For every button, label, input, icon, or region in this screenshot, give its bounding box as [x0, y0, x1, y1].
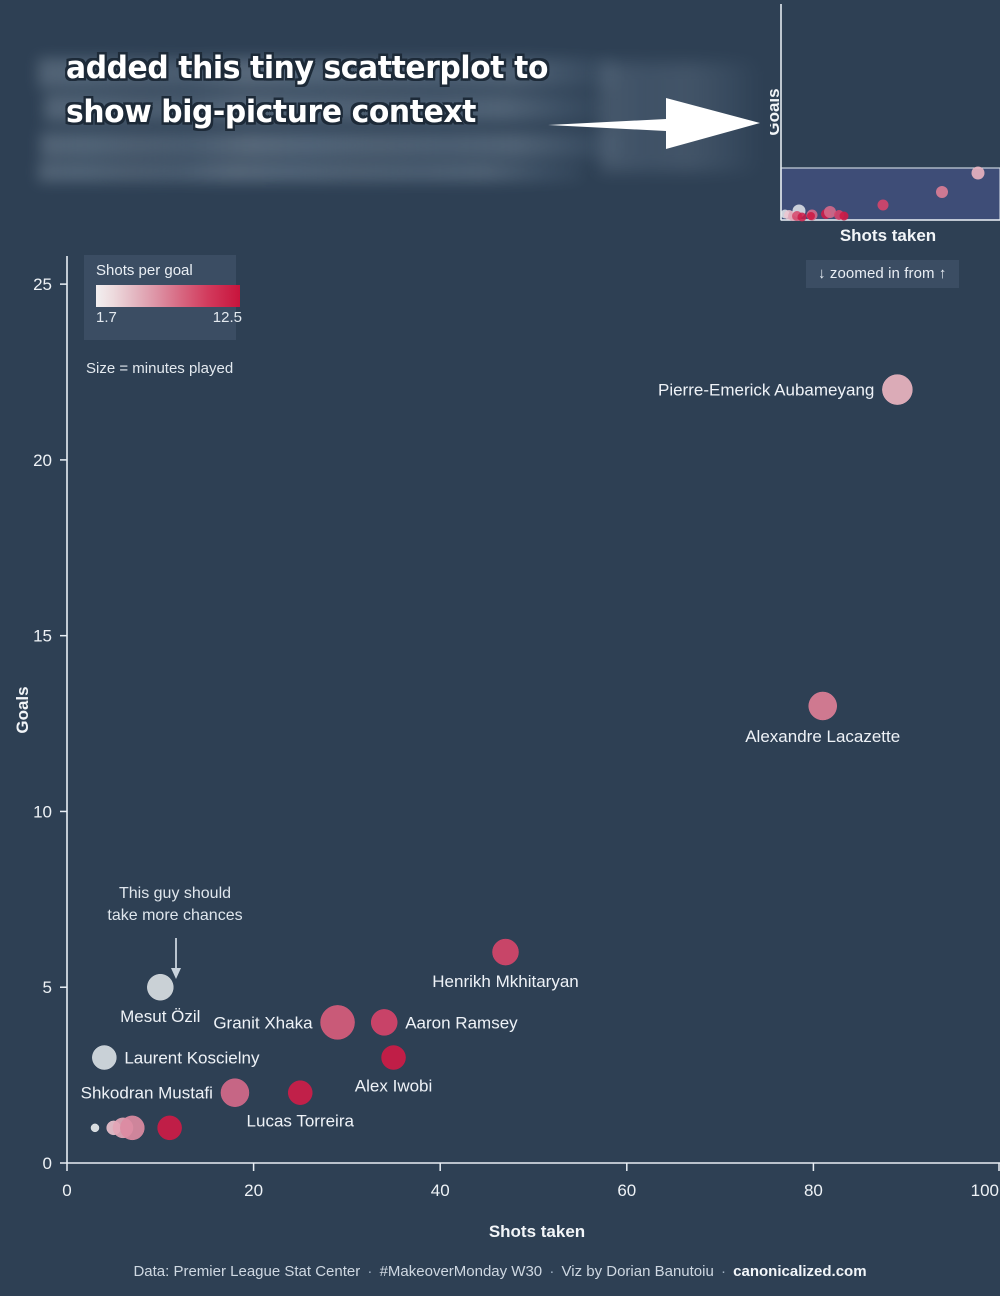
y-axis-ticks: 0 5 10 15 20 25: [33, 275, 67, 1173]
main-scatterplot[interactable]: 0 5 10 15 20 25 0 20 40 60 80 100 Goals Shots take…: [0, 0, 1000, 1296]
footer-separator: ·: [549, 1263, 555, 1280]
data-point-label: Mesut Özil: [120, 1007, 200, 1026]
x-tick-label: 20: [244, 1181, 263, 1200]
x-axis-ticks: 0 20 40 60 80 100: [62, 1163, 1000, 1200]
data-point[interactable]: [370, 1009, 398, 1036]
data-point-label: Pierre-Emerick Aubameyang: [658, 381, 874, 400]
data-point[interactable]: [92, 1045, 117, 1070]
y-tick-label: 15: [33, 627, 52, 646]
data-point[interactable]: [120, 1115, 145, 1141]
data-point-label: Laurent Koscielny: [124, 1049, 260, 1068]
data-point[interactable]: [288, 1080, 313, 1105]
y-tick-label: 0: [43, 1154, 52, 1173]
data-point[interactable]: [320, 1005, 355, 1040]
data-point[interactable]: [492, 938, 519, 966]
data-point-label: Aaron Ramsey: [405, 1013, 518, 1032]
data-point[interactable]: [157, 1115, 182, 1141]
callout-line-1: This guy should: [119, 885, 231, 902]
data-point-label: Alexandre Lacazette: [745, 727, 900, 746]
y-axis-title: Goals: [13, 686, 32, 733]
data-point-label: Granit Xhaka: [213, 1013, 313, 1032]
footer: Data: Premier League Stat Center · #Make…: [0, 1263, 1000, 1280]
x-tick-label: 40: [431, 1181, 450, 1200]
callout-line-2: take more chances: [107, 907, 242, 924]
x-tick-label: 100: [971, 1181, 999, 1200]
footer-site-link[interactable]: canonicalized.com: [733, 1263, 866, 1280]
footer-viz-credit: Viz by Dorian Banutoiu: [561, 1263, 714, 1280]
x-tick-label: 80: [804, 1181, 823, 1200]
data-point-label: Henrikh Mkhitaryan: [432, 972, 578, 991]
data-point[interactable]: [147, 973, 174, 1001]
data-point[interactable]: [90, 1123, 100, 1133]
data-point[interactable]: [882, 374, 913, 405]
y-tick-label: 5: [43, 978, 52, 997]
data-point-label: Shkodran Mustafi: [81, 1084, 213, 1103]
data-point-label: Alex Iwobi: [355, 1077, 432, 1096]
y-tick-label: 20: [33, 451, 52, 470]
x-tick-label: 0: [62, 1181, 71, 1200]
x-axis-title: Shots taken: [489, 1222, 585, 1241]
data-point[interactable]: [220, 1078, 250, 1107]
y-tick-label: 25: [33, 275, 52, 294]
data-point[interactable]: [808, 691, 837, 721]
down-arrow-icon: [171, 938, 181, 979]
data-point-label: Lucas Torreira: [247, 1112, 355, 1131]
ozil-callout: This guy should take more chances: [107, 885, 243, 979]
y-tick-label: 10: [33, 802, 52, 821]
footer-separator: ·: [367, 1263, 373, 1280]
footer-separator: ·: [721, 1263, 726, 1280]
footer-hashtag: #MakeoverMonday W30: [379, 1263, 543, 1280]
data-label-group: Pierre-Emerick Aubameyang Alexandre Lacaz…: [81, 381, 901, 1131]
x-tick-label: 60: [617, 1181, 636, 1200]
footer-data-source: Data: Premier League Stat Center: [133, 1263, 361, 1280]
data-point[interactable]: [381, 1045, 406, 1070]
